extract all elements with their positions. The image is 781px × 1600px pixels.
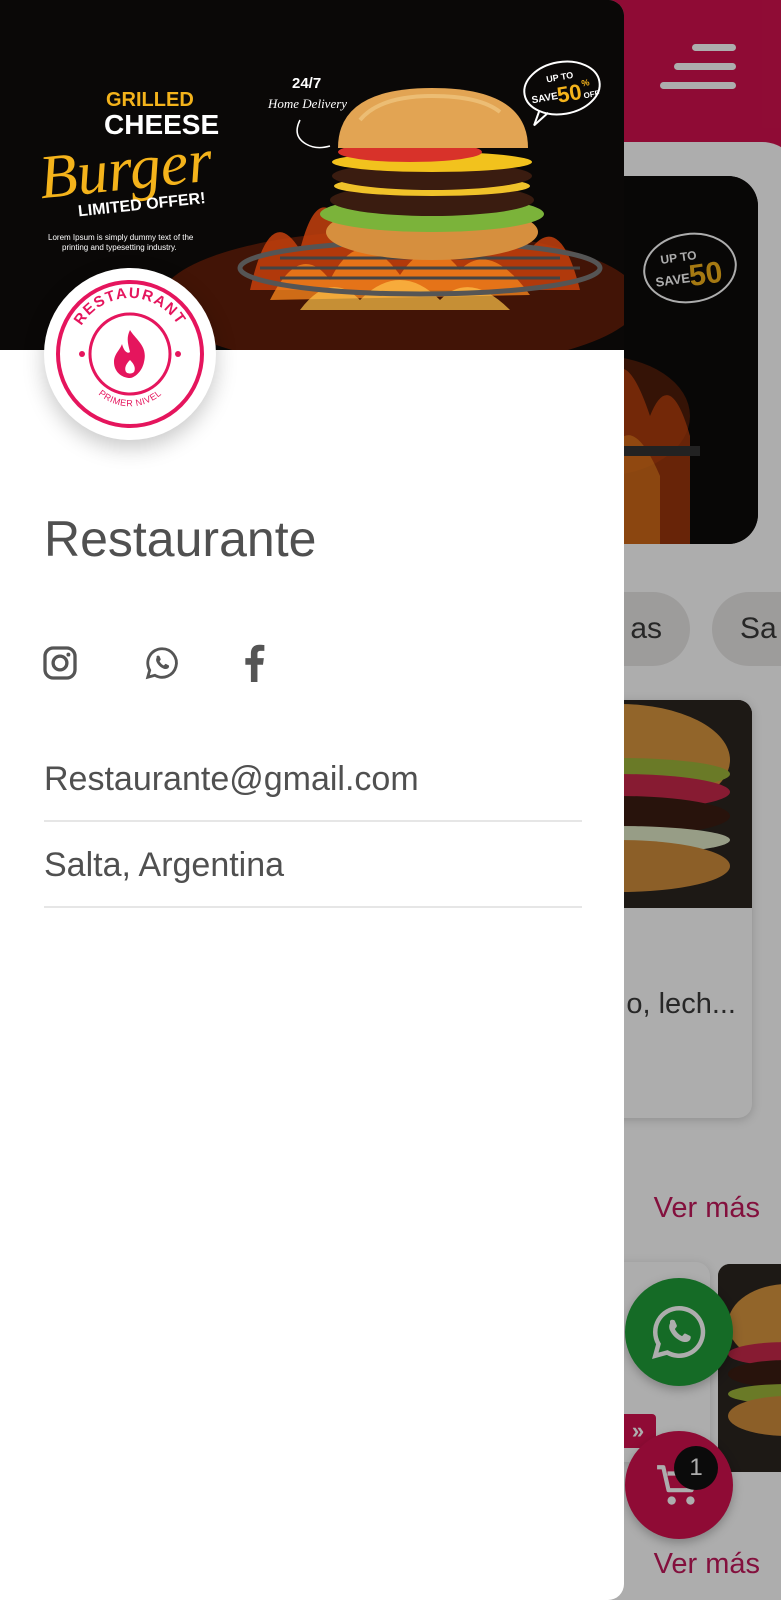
svg-text:24/7: 24/7 — [292, 75, 321, 92]
location-row[interactable]: Salta, Argentina — [44, 822, 582, 908]
svg-text:RESTAURANT: RESTAURANT — [71, 285, 190, 329]
svg-text:PRIMER NIVEL: PRIMER NIVEL — [97, 388, 163, 408]
svg-text:Lorem Ipsum is simply dummy te: Lorem Ipsum is simply dummy text of the — [48, 233, 194, 242]
facebook-icon[interactable] — [242, 642, 282, 684]
svg-text:%: % — [581, 77, 591, 88]
svg-text:GRILLED: GRILLED — [106, 89, 194, 111]
email-text: Restaurante@gmail.com — [44, 760, 419, 798]
location-text: Salta, Argentina — [44, 846, 285, 884]
email-row[interactable]: Restaurante@gmail.com — [44, 736, 582, 822]
whatsapp-icon[interactable] — [144, 642, 184, 684]
flame-icon — [114, 330, 145, 378]
instagram-icon[interactable] — [42, 642, 82, 684]
svg-text:printing and typesetting indus: printing and typesetting industry. — [62, 243, 177, 252]
restaurant-name: Restaurante — [44, 511, 317, 567]
social-links — [42, 642, 342, 686]
navigation-drawer: GRILLED CHEESE Burger LIMITED OFFER! Lor… — [0, 0, 624, 1600]
restaurant-logo: RESTAURANT PRIMER NIVEL — [44, 268, 216, 440]
svg-text:50: 50 — [555, 79, 583, 108]
svg-text:Home Delivery: Home Delivery — [267, 96, 347, 111]
